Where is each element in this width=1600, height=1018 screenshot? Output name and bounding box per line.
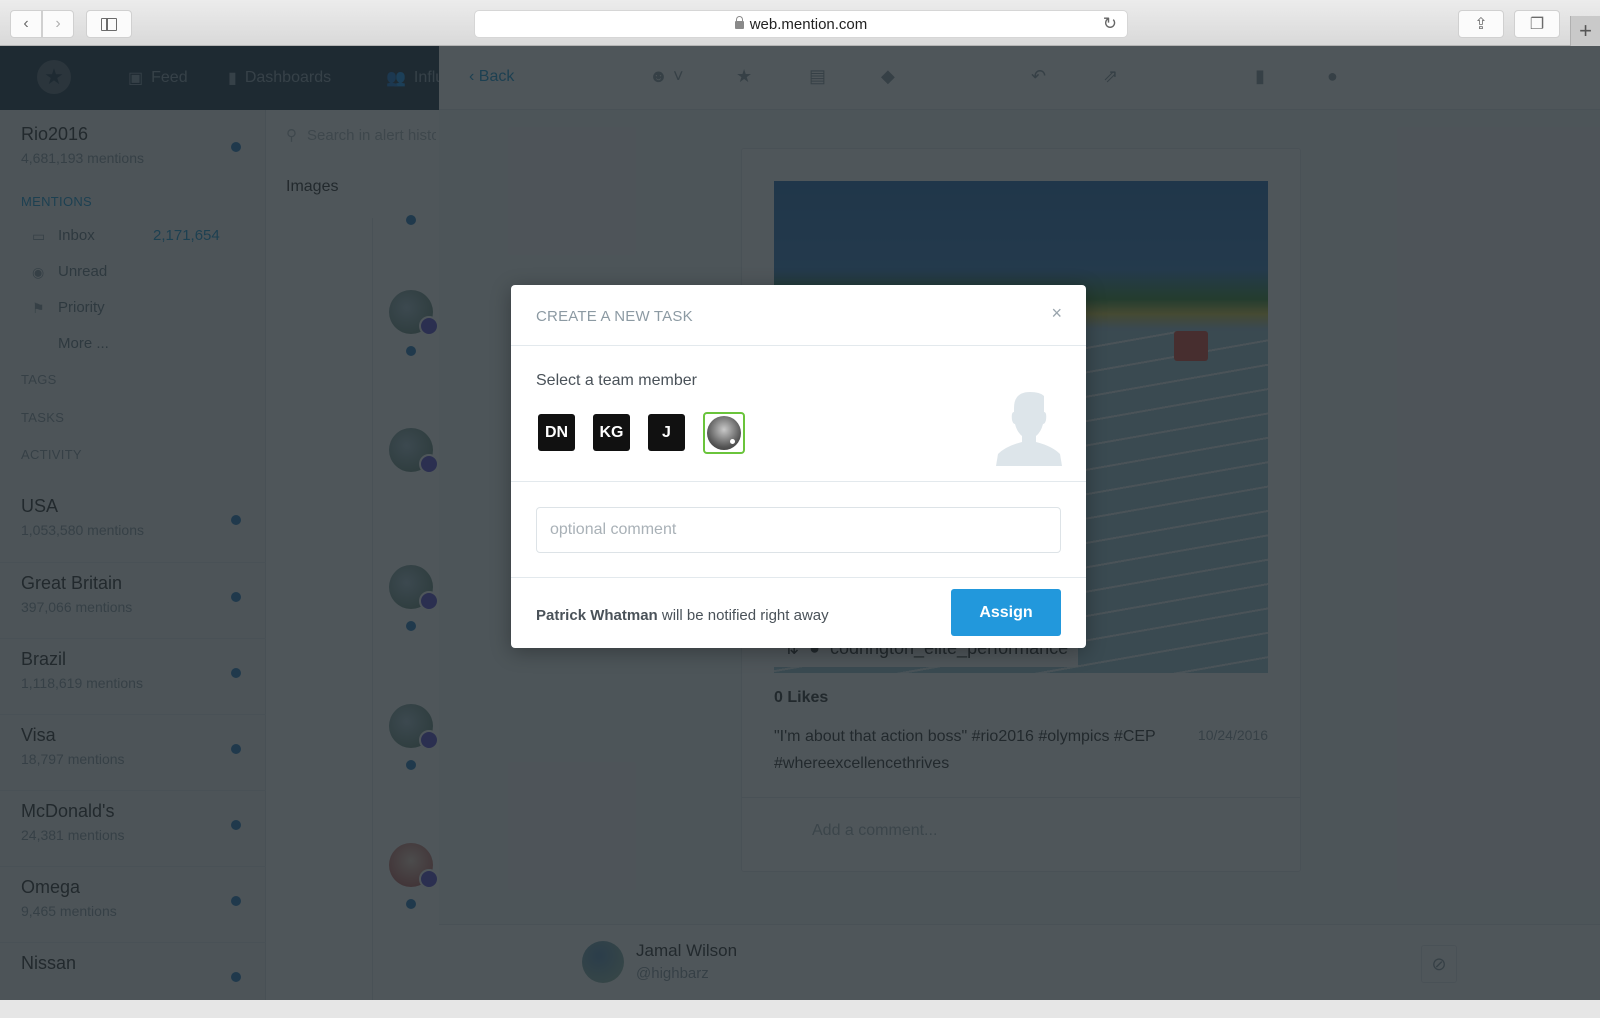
reload-icon[interactable]: ↻ bbox=[1103, 14, 1117, 34]
optional-comment-input[interactable] bbox=[536, 507, 1061, 553]
member-j[interactable]: J bbox=[648, 414, 685, 451]
member-selected-photo[interactable] bbox=[703, 412, 745, 454]
assign-button[interactable]: Assign bbox=[951, 589, 1061, 636]
member-initials: KG bbox=[599, 423, 624, 441]
browser-back-button[interactable]: ‹ bbox=[10, 10, 42, 38]
new-tab-button[interactable]: + bbox=[1570, 16, 1600, 46]
member-initials: J bbox=[662, 423, 671, 441]
member-kg[interactable]: KG bbox=[593, 414, 630, 451]
tabs-icon: ❐ bbox=[1529, 16, 1545, 33]
url-text: web.mention.com bbox=[749, 15, 868, 33]
share-button[interactable]: ⇪ bbox=[1458, 10, 1504, 38]
modal-title: CREATE A NEW TASK bbox=[536, 308, 693, 325]
notify-text: will be notified right away bbox=[657, 607, 829, 624]
user-silhouette-icon bbox=[996, 392, 1062, 466]
modal-footer: Patrick Whatman will be notified right a… bbox=[511, 578, 1086, 648]
close-button[interactable]: × bbox=[1051, 303, 1062, 324]
notify-name: Patrick Whatman bbox=[536, 607, 658, 624]
member-dn[interactable]: DN bbox=[538, 414, 575, 451]
notify-message: Patrick Whatman will be notified right a… bbox=[536, 607, 829, 624]
member-list: DN KG J bbox=[538, 412, 745, 454]
lock-icon bbox=[734, 16, 744, 29]
create-task-modal: CREATE A NEW TASK × Select a team member… bbox=[511, 285, 1086, 648]
comment-section bbox=[511, 482, 1086, 578]
chevron-right-icon: › bbox=[55, 15, 61, 32]
member-initials: DN bbox=[544, 423, 569, 441]
tabs-button[interactable]: ❐ bbox=[1514, 10, 1560, 38]
address-bar[interactable]: web.mention.com ↻ bbox=[474, 10, 1128, 38]
modal-header: CREATE A NEW TASK × bbox=[511, 285, 1086, 346]
close-icon: × bbox=[1051, 303, 1062, 323]
browser-forward-button[interactable]: › bbox=[42, 10, 74, 38]
select-member-label: Select a team member bbox=[536, 372, 697, 389]
chevron-left-icon: ‹ bbox=[23, 15, 29, 32]
team-member-section: Select a team member DN KG J bbox=[511, 346, 1086, 482]
plus-icon: + bbox=[1579, 18, 1592, 43]
sidebar-toggle-button[interactable] bbox=[86, 10, 132, 38]
browser-toolbar: ‹ › web.mention.com ↻ ⇪ ❐ + bbox=[0, 0, 1600, 46]
sidebar-icon bbox=[101, 17, 117, 31]
member-avatar bbox=[707, 416, 741, 450]
share-icon: ⇪ bbox=[1474, 16, 1488, 33]
